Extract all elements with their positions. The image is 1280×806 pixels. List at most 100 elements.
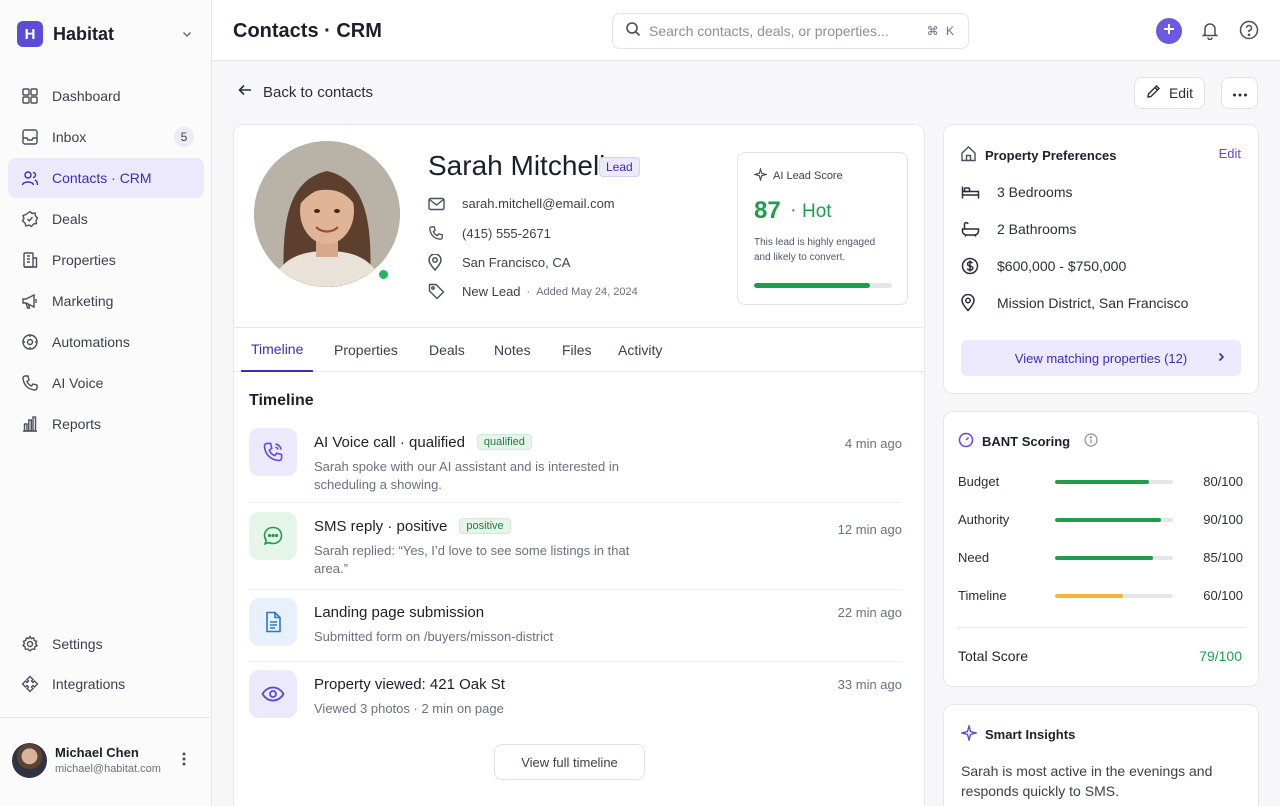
tab-activity[interactable]: Activity [618,328,662,372]
sidebar-item-settings[interactable]: Settings [8,624,204,663]
tab-files[interactable]: Files [562,328,592,372]
user-profile[interactable]: Michael Chen michael@habitat.com [0,717,211,806]
ai-score-description: This lead is highly engaged and likely t… [754,237,876,263]
edit-preferences-link[interactable]: Edit [1219,146,1241,161]
mail-icon [428,197,446,211]
bant-progress-bar [1055,518,1173,522]
timeline-item-title-text: AI Voice call · qualified [314,434,465,451]
contact-email-row[interactable]: sarah.mitchell@email.com [428,196,615,211]
sidebar-item-label: Dashboard [52,88,121,104]
puzzle-icon [20,674,40,694]
edit-button[interactable]: Edit [1134,77,1205,109]
search-input[interactable] [649,23,909,39]
timeline-item[interactable]: Landing page submission Submitted form o… [249,598,902,662]
timeline-item-title: Property viewed: 421 Oak St [314,676,505,693]
help-icon[interactable] [1239,20,1259,45]
chevron-down-icon [181,27,193,45]
timeline-item-desc: Sarah spoke with our AI assistant and is… [314,459,619,492]
contact-lead-status: New Lead [462,284,521,299]
bant-progress-bar [1055,480,1173,484]
bant-progress-bar [1055,556,1173,560]
info-icon[interactable] [1084,433,1098,450]
bant-progress-fill [1055,594,1124,598]
contact-added-date: Added May 24, 2024 [536,285,638,298]
sidebar-item-ai-voice[interactable]: AI Voice [8,363,204,403]
bant-value: 85/100 [1203,550,1243,565]
search-icon [625,21,641,42]
contact-phone-row[interactable]: (415) 555-2671 [428,225,551,241]
contact-location: San Francisco, CA [462,255,571,270]
status-badge: Lead [599,157,640,177]
tab-notes[interactable]: Notes [494,328,531,372]
view-full-timeline-button[interactable]: View full timeline [494,744,645,780]
grid-icon [20,86,40,106]
topbar: Contacts · CRM ⌘ K [212,0,1280,61]
bell-icon[interactable] [1200,20,1220,45]
view-matching-properties-button[interactable]: View matching properties (12) [961,340,1241,376]
bant-header: BANT Scoring [958,432,1098,451]
app-name: Habitat [53,23,115,44]
sidebar-item-contacts[interactable]: Contacts · CRM [8,158,204,198]
phone-icon [249,428,297,476]
tag-icon [428,283,446,300]
sidebar-item-label: Reports [52,416,102,432]
more-vertical-icon[interactable] [182,751,186,772]
arrow-left-icon [237,82,253,102]
phone-icon [20,373,40,393]
timeline-item-desc: Submitted form on /buyers/misson-distric… [314,629,554,644]
sidebar-item-marketing[interactable]: Marketing [8,281,204,321]
divider [956,627,1246,628]
property-preferences-header: Property Preferences [960,145,1117,165]
sidebar-item-label: Properties [52,252,116,268]
timeline-item-title-text: SMS reply · positive [314,518,448,535]
sidebar-item-label: Automations [52,334,130,350]
page-title: Contacts · CRM [233,20,382,42]
sidebar-item-label: Deals [52,211,88,227]
deals-icon [20,209,40,229]
eye-icon [249,670,297,718]
timeline-item[interactable]: Property viewed: 421 Oak St Viewed 3 pho… [249,670,902,720]
sidebar-item-automations[interactable]: Automations [8,322,204,362]
document-icon [249,598,297,646]
map-pin-icon [428,254,446,271]
sidebar-item-inbox[interactable]: Inbox 5 [8,117,204,157]
plus-icon [1163,22,1175,40]
pencil-icon [1146,84,1161,102]
bedrooms-value: 3 Bedrooms [997,184,1073,200]
workspace-switcher[interactable]: H Habitat [17,21,197,47]
sidebar-item-deals[interactable]: Deals [8,199,204,239]
bant-label: Timeline [958,588,1007,603]
sparkle-icon [752,166,769,184]
tab-deals[interactable]: Deals [429,328,465,372]
sidebar-item-integrations[interactable]: Integrations [8,664,204,703]
smart-insights-title: Smart Insights [985,727,1076,742]
create-button[interactable] [1156,18,1182,44]
more-actions-button[interactable] [1221,77,1258,109]
timeline-item-time: 33 min ago [837,677,902,692]
ai-score-value: 87 [754,197,781,224]
timeline-item-time: 4 min ago [844,436,902,451]
search-box[interactable]: ⌘ K [612,13,969,49]
sidebar-item-reports[interactable]: Reports [8,404,204,444]
home-icon [960,145,977,165]
property-preferences-card: Property Preferences Edit 3 Bedrooms 2 B… [943,124,1259,394]
tab-properties[interactable]: Properties [334,328,398,372]
bant-progress-fill [1055,480,1150,484]
timeline-item[interactable]: AI Voice call · qualified qualified Sarah… [249,428,902,503]
timeline-item-desc: Viewed 3 photos · 2 min on page [314,701,504,716]
phone-icon [428,225,446,241]
sidebar-item-properties[interactable]: Properties [8,240,204,280]
tab-timeline[interactable]: Timeline [241,328,314,372]
map-pin-icon [961,294,981,312]
timeline-item[interactable]: SMS reply · positive positive Sarah repli… [249,512,902,590]
bant-label: Need [958,550,990,565]
contact-avatar [254,141,400,287]
back-link[interactable]: Back to contacts [237,82,373,102]
bant-progress-fill [1055,556,1153,560]
ai-score-label: Hot [802,201,832,222]
property-preferences-title: Property Preferences [985,147,1117,163]
more-horizontal-icon [1232,84,1248,102]
edit-label: Edit [1168,85,1194,101]
sidebar-item-dashboard[interactable]: Dashboard [8,76,204,116]
sidebar-item-label: Settings [52,635,103,652]
